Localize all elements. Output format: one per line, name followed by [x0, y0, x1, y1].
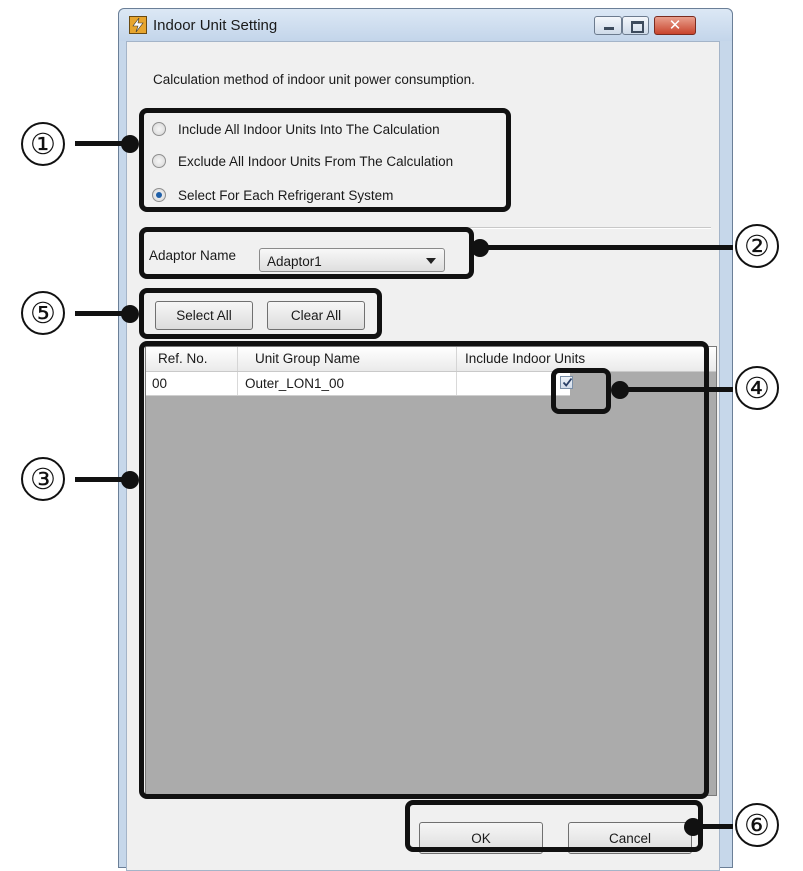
close-button[interactable]: ✕	[654, 16, 696, 35]
callout-box-2	[139, 227, 474, 279]
minimize-icon	[604, 27, 614, 30]
callout-dot-3	[121, 471, 139, 489]
maximize-button[interactable]	[622, 16, 649, 35]
callout-box-3	[139, 341, 709, 799]
callout-dot-1	[121, 135, 139, 153]
callout-dot-4	[611, 381, 629, 399]
callout-leader-6	[700, 824, 733, 829]
callout-box-5	[139, 288, 382, 339]
callout-number-1: ①	[21, 122, 65, 166]
callout-number-3: ③	[21, 457, 65, 501]
maximize-icon	[631, 21, 644, 33]
callout-box-4	[551, 368, 611, 414]
callout-number-5: ⑤	[21, 291, 65, 335]
window-title: Indoor Unit Setting	[153, 17, 278, 34]
callout-number-4: ④	[735, 366, 779, 410]
app-icon	[129, 16, 147, 34]
callout-leader-4	[620, 387, 733, 392]
description-text: Calculation method of indoor unit power …	[153, 72, 475, 87]
callout-dot-2	[471, 239, 489, 257]
callout-box-1	[139, 108, 511, 212]
minimize-button[interactable]	[594, 16, 622, 35]
callout-leader-2	[480, 245, 733, 250]
callout-dot-6	[684, 818, 702, 836]
callout-dot-5	[121, 305, 139, 323]
title-bar[interactable]: Indoor Unit Setting ✕	[119, 9, 732, 41]
callout-number-2: ②	[735, 224, 779, 268]
callout-number-6: ⑥	[735, 803, 779, 847]
callout-box-6	[405, 800, 703, 852]
close-icon: ✕	[668, 17, 682, 34]
